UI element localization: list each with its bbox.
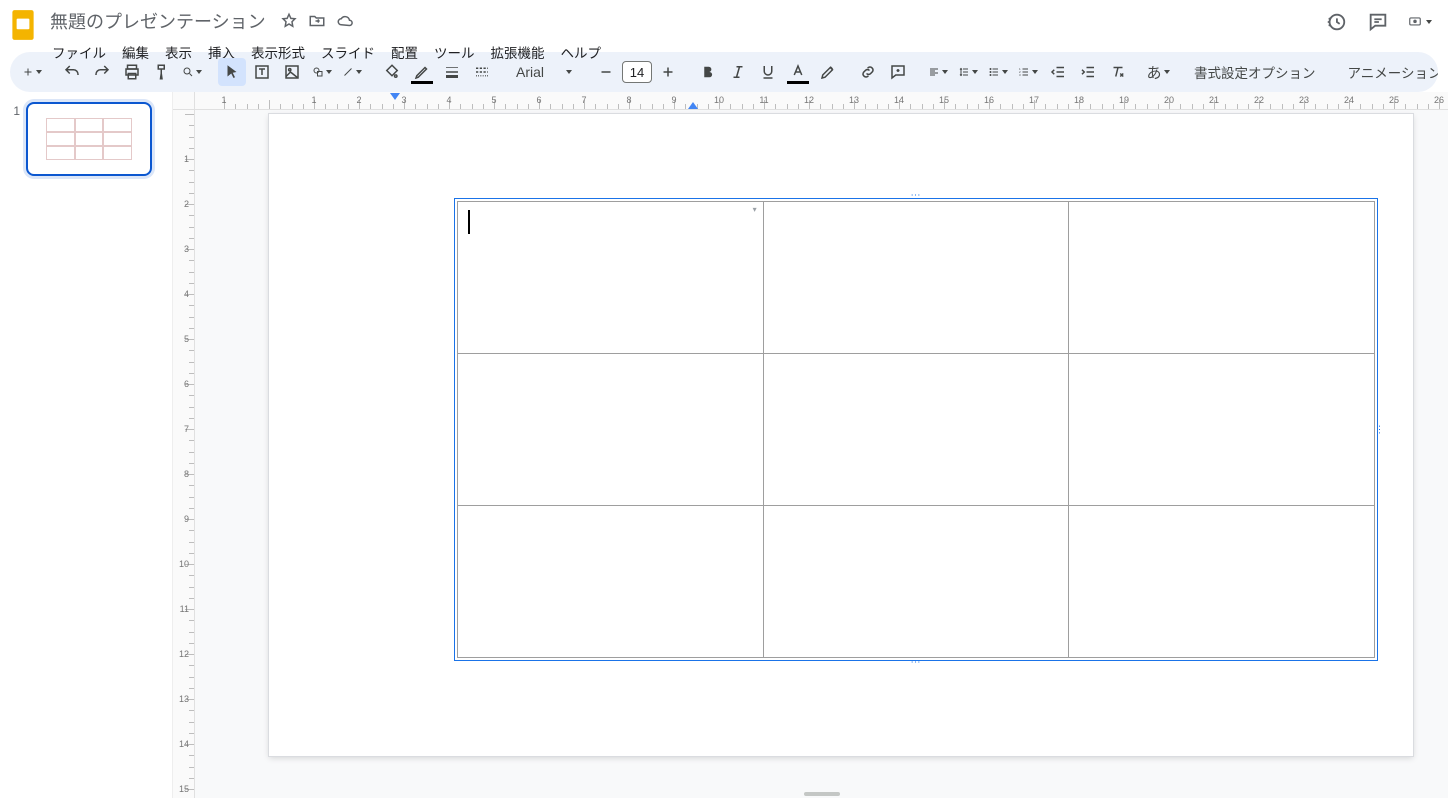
cell-dropdown-icon[interactable]: ▾ [749, 204, 761, 214]
slide-number: 1 [10, 102, 20, 118]
text-caret [468, 210, 470, 234]
highlight-color-button[interactable] [814, 58, 842, 86]
textbox-button[interactable] [248, 58, 276, 86]
filmstrip[interactable]: 1 [0, 92, 172, 798]
font-size-decrease-button[interactable] [592, 58, 620, 86]
table-cell-r1c2[interactable] [763, 202, 1069, 354]
document-title[interactable]: 無題のプレゼンテーション [46, 6, 270, 36]
version-history-icon[interactable] [1324, 10, 1348, 34]
fill-color-button[interactable] [378, 58, 406, 86]
insert-comment-button[interactable] [884, 58, 912, 86]
image-button[interactable] [278, 58, 306, 86]
font-size-input[interactable] [622, 61, 652, 83]
cloud-status-icon[interactable] [336, 12, 354, 30]
slide-canvas[interactable]: ⋯ ⋯ ⋯ ⋯ ▾ [269, 114, 1413, 756]
table-cell-r3c1[interactable] [458, 506, 764, 658]
border-dash-button[interactable] [468, 58, 496, 86]
line-spacing-button[interactable] [954, 58, 982, 86]
bold-button[interactable] [694, 58, 722, 86]
undo-button[interactable] [58, 58, 86, 86]
input-method-button[interactable]: あ [1144, 58, 1172, 86]
redo-button[interactable] [88, 58, 116, 86]
indent-increase-button[interactable] [1074, 58, 1102, 86]
font-family-select[interactable]: Arial [508, 58, 580, 86]
insert-link-button[interactable] [854, 58, 882, 86]
animate-button[interactable]: アニメーション化 [1338, 58, 1439, 86]
comments-icon[interactable] [1366, 10, 1390, 34]
svg-text:3: 3 [1019, 73, 1021, 77]
numbered-list-button[interactable]: 123 [1014, 58, 1042, 86]
format-options-button[interactable]: 書式設定オプション [1184, 58, 1326, 86]
new-slide-button[interactable] [18, 58, 46, 86]
slide-thumbnail-1[interactable] [26, 102, 152, 176]
underline-button[interactable] [754, 58, 782, 86]
line-button[interactable] [338, 58, 366, 86]
canvas-area[interactable]: ⋯ ⋯ ⋯ ⋯ ▾ [195, 110, 1448, 798]
table-cell-r3c2[interactable] [763, 506, 1069, 658]
italic-button[interactable] [724, 58, 752, 86]
paint-format-button[interactable] [148, 58, 176, 86]
zoom-button[interactable] [178, 58, 206, 86]
table-cell-r2c1[interactable] [458, 354, 764, 506]
table-cell-r1c3[interactable] [1069, 202, 1375, 354]
table-cell-r1c1[interactable]: ▾ [458, 202, 764, 354]
text-color-button[interactable] [784, 58, 812, 86]
speaker-notes-drag-handle[interactable] [804, 792, 840, 796]
select-tool-button[interactable] [218, 58, 246, 86]
table-cell-r2c2[interactable] [763, 354, 1069, 506]
clear-formatting-button[interactable] [1104, 58, 1132, 86]
ruler-corner [173, 92, 195, 110]
font-size-increase-button[interactable] [654, 58, 682, 86]
slide-editor: 1123456789101112131415161718192021222324… [172, 92, 1448, 798]
indent-decrease-button[interactable] [1044, 58, 1072, 86]
align-button[interactable] [924, 58, 952, 86]
input-method-label: あ [1147, 62, 1162, 83]
inserted-table[interactable]: ▾ [457, 201, 1375, 658]
present-button[interactable] [1408, 10, 1432, 34]
move-to-folder-icon[interactable] [308, 12, 326, 30]
title-bar: 無題のプレゼンテーション ファイル 編集 表示 挿入 表示形式 スライド 配置 … [0, 0, 1448, 50]
border-weight-button[interactable] [438, 58, 466, 86]
bulleted-list-button[interactable] [984, 58, 1012, 86]
print-button[interactable] [118, 58, 146, 86]
star-icon[interactable] [280, 12, 298, 30]
font-family-label: Arial [516, 64, 544, 80]
table-cell-r2c3[interactable] [1069, 354, 1375, 506]
shape-button[interactable] [308, 58, 336, 86]
table-cell-r3c3[interactable] [1069, 506, 1375, 658]
horizontal-ruler[interactable]: 1123456789101112131415161718192021222324… [195, 92, 1448, 110]
vertical-ruler[interactable]: 123456789101112131415 [173, 110, 195, 798]
border-color-button[interactable] [408, 58, 436, 86]
slides-app-icon[interactable] [8, 6, 38, 44]
